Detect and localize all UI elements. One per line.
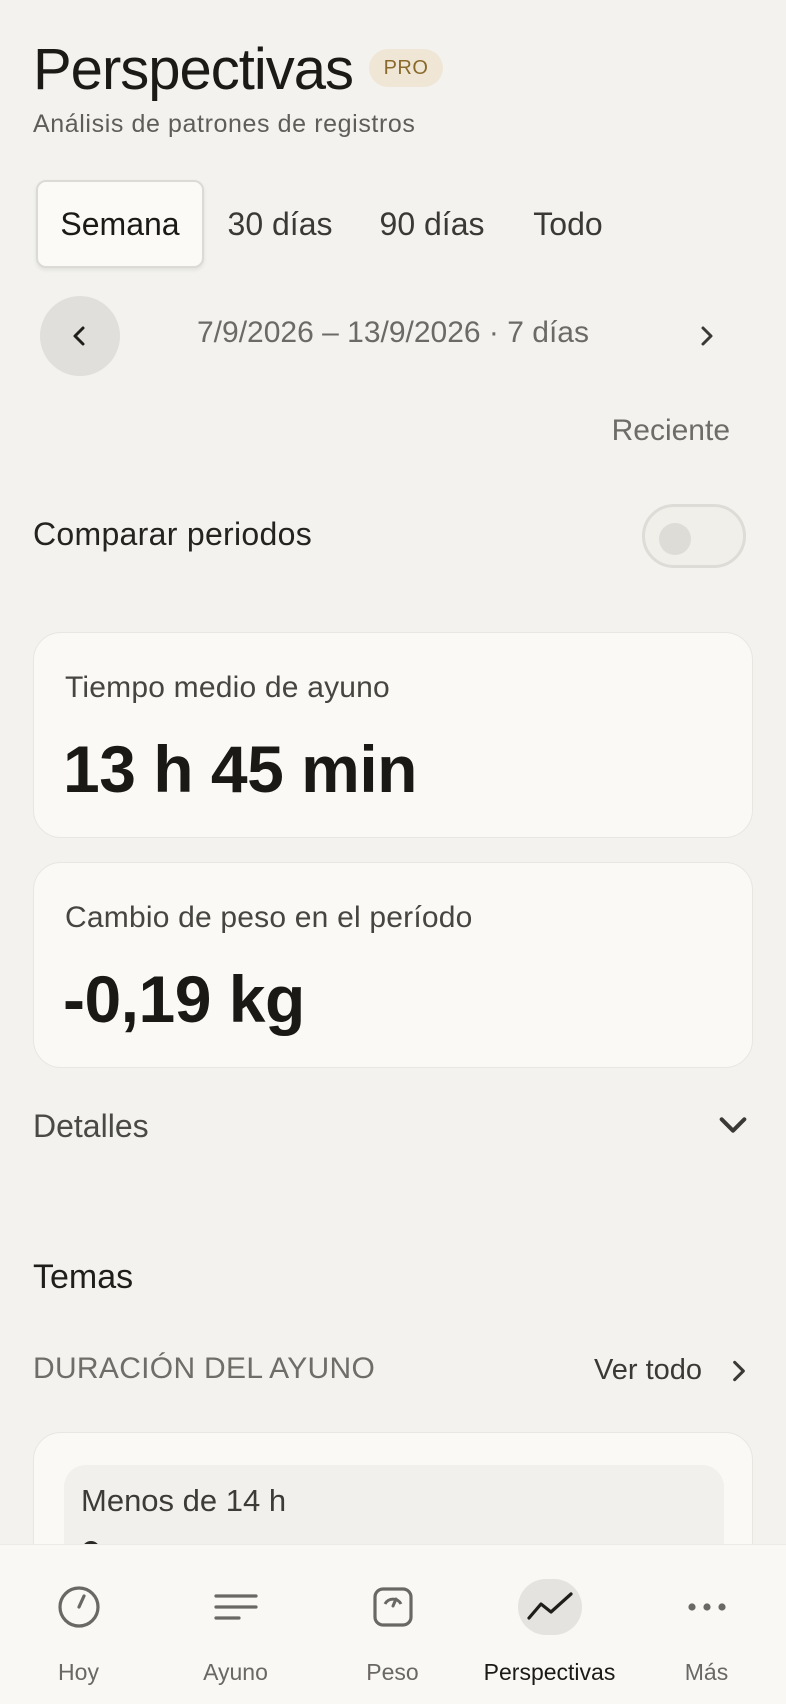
nav-label: Más (684, 1659, 729, 1685)
stat-label: Cambio de peso en el período (65, 901, 473, 934)
chevron-right-icon (701, 326, 713, 346)
compare-periods-label: Comparar periodos (33, 516, 313, 552)
bottom-navigation: Hoy Ayuno Peso Perspectivas Más (0, 1544, 786, 1704)
more-icon (675, 1579, 739, 1635)
tab-semana[interactable]: Semana (36, 180, 204, 268)
nav-label: Perspectivas (483, 1659, 616, 1685)
compare-periods-toggle[interactable] (642, 504, 746, 568)
pro-badge: PRO (369, 49, 443, 87)
recent-button[interactable]: Reciente (612, 414, 730, 448)
details-toggle[interactable]: Detalles (33, 1108, 149, 1145)
nav-label: Peso (366, 1659, 419, 1685)
scale-icon (361, 1579, 425, 1635)
lines-icon (204, 1579, 268, 1635)
nav-item-hoy[interactable]: Hoy (0, 1545, 157, 1704)
nav-item-ayuno[interactable]: Ayuno (157, 1545, 314, 1704)
page-subtitle: Análisis de patrones de registros (33, 110, 416, 138)
stat-card-average-fast: Tiempo medio de ayuno 13 h 45 min (33, 632, 753, 838)
date-range-label: 7/9/2026 – 13/9/2026 · 7 días (197, 316, 589, 349)
nav-label: Ayuno (203, 1659, 268, 1685)
chevron-down-icon[interactable] (716, 1108, 750, 1142)
stat-value: 13 h 45 min (63, 732, 418, 806)
nav-item-peso[interactable]: Peso (314, 1545, 471, 1704)
see-all-link[interactable]: Ver todo (594, 1354, 702, 1387)
tab-90-dias[interactable]: 90 días (362, 180, 502, 268)
toggle-knob (659, 523, 691, 555)
previous-period-button[interactable] (40, 296, 120, 376)
next-period-button[interactable] (666, 296, 746, 376)
page-title: Perspectivas (33, 37, 354, 102)
section-label-fast-duration: DURACIÓN DEL AYUNO (33, 1352, 376, 1385)
tab-30-dias[interactable]: 30 días (212, 180, 348, 268)
themes-title: Temas (33, 1258, 134, 1296)
theme-item-label: Menos de 14 h (81, 1483, 287, 1518)
chevron-left-icon (73, 326, 85, 346)
nav-item-perspectivas[interactable]: Perspectivas (471, 1545, 628, 1704)
stat-label: Tiempo medio de ayuno (65, 671, 390, 704)
stat-card-weight-change: Cambio de peso en el período -0,19 kg (33, 862, 753, 1068)
clock-icon (47, 1579, 111, 1635)
stat-value: -0,19 kg (63, 962, 305, 1036)
nav-item-mas[interactable]: Más (628, 1545, 785, 1704)
nav-label: Hoy (58, 1659, 99, 1685)
chevron-right-icon[interactable] (726, 1358, 752, 1384)
trend-icon (517, 1579, 582, 1635)
tab-todo[interactable]: Todo (516, 180, 620, 268)
